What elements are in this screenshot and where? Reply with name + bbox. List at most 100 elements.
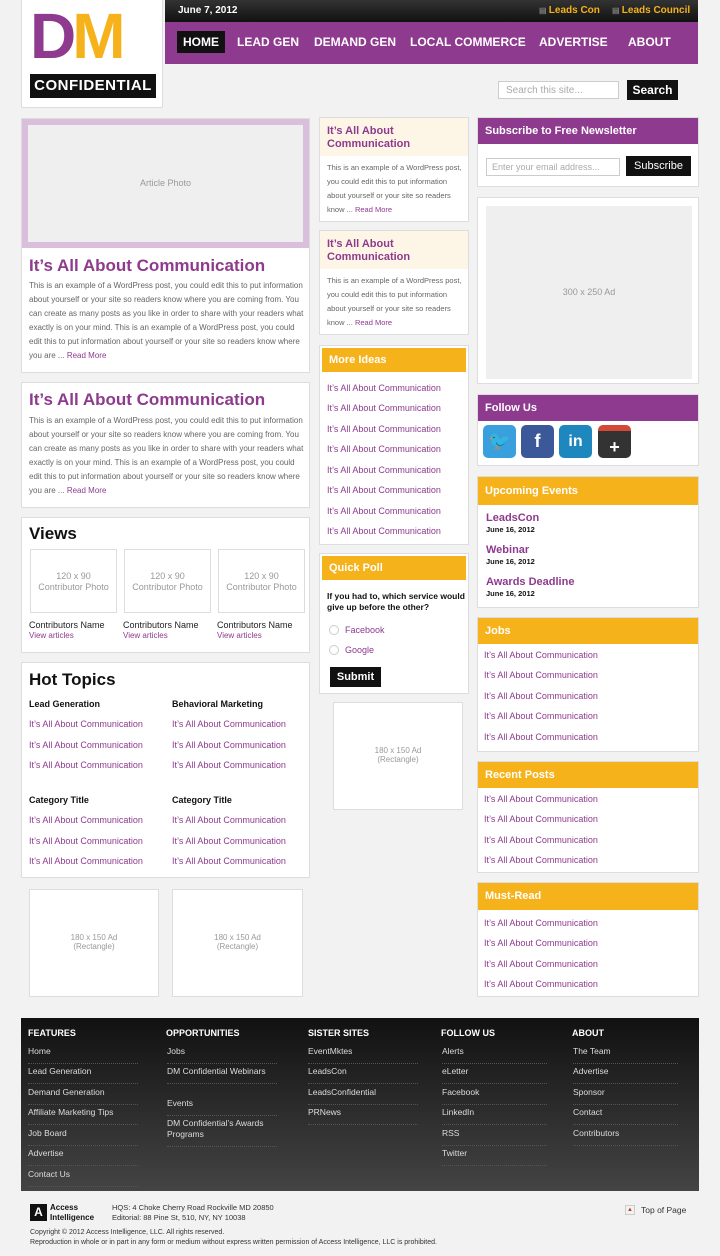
idea-link[interactable]: It’s All About Communication bbox=[327, 444, 441, 454]
event-name[interactable]: LeadsCon bbox=[486, 512, 539, 525]
nav-about[interactable]: ABOUT bbox=[622, 31, 677, 53]
recent-post-link[interactable]: It’s All About Communication bbox=[484, 794, 598, 804]
footer-link[interactable]: EventMktes bbox=[308, 1046, 418, 1064]
read-more-link[interactable]: Read More bbox=[355, 318, 392, 327]
read-more-link[interactable]: Read More bbox=[355, 205, 392, 214]
nav-home[interactable]: HOME bbox=[177, 31, 225, 53]
topic-link[interactable]: It’s All About Communication bbox=[29, 760, 143, 770]
ad-rectangle[interactable]: 180 x 150 Ad (Rectangle) bbox=[172, 889, 303, 997]
view-articles-link[interactable]: View articles bbox=[217, 631, 262, 640]
twitter-icon[interactable]: 🐦 bbox=[483, 425, 516, 458]
idea-link[interactable]: It’s All About Communication bbox=[327, 526, 441, 536]
footer-link[interactable]: DM Confidential Webinars bbox=[167, 1066, 277, 1084]
poll-option-label[interactable]: Facebook bbox=[345, 625, 385, 635]
footer-link[interactable]: Job Board bbox=[28, 1128, 138, 1146]
topic-link[interactable]: It’s All About Communication bbox=[172, 856, 286, 866]
job-link[interactable]: It’s All About Communication bbox=[484, 691, 598, 701]
footer-link[interactable]: Jobs bbox=[167, 1046, 277, 1064]
read-more-link[interactable]: Read More bbox=[67, 351, 107, 360]
poll-submit-button[interactable]: Submit bbox=[330, 667, 381, 687]
footer-link[interactable]: Events bbox=[167, 1098, 277, 1116]
footer-link[interactable]: DM Confidential’s Awards Programs bbox=[167, 1118, 277, 1147]
footer-link[interactable]: The Team bbox=[573, 1046, 678, 1064]
nav-advertise[interactable]: ADVERTISE bbox=[533, 31, 614, 53]
recent-post-link[interactable]: It’s All About Communication bbox=[484, 855, 598, 865]
facebook-icon[interactable]: f bbox=[521, 425, 554, 458]
topic-link[interactable]: It’s All About Communication bbox=[29, 856, 143, 866]
top-link-leads-council[interactable]: Leads Council bbox=[612, 5, 690, 16]
must-read-link[interactable]: It’s All About Communication bbox=[484, 938, 598, 948]
article-title[interactable]: It’s All About Communication bbox=[29, 390, 265, 410]
job-link[interactable]: It’s All About Communication bbox=[484, 670, 598, 680]
search-button[interactable]: Search bbox=[627, 80, 678, 100]
view-articles-link[interactable]: View articles bbox=[29, 631, 74, 640]
footer-link[interactable]: Twitter bbox=[442, 1148, 547, 1166]
nav-demand-gen[interactable]: DEMAND GEN bbox=[308, 31, 402, 53]
footer-link[interactable]: Advertise bbox=[573, 1066, 678, 1084]
ad-rectangle[interactable]: 180 x 150 Ad (Rectangle) bbox=[29, 889, 159, 997]
topic-link[interactable]: It’s All About Communication bbox=[29, 740, 143, 750]
footer-link[interactable]: Affiliate Marketing Tips bbox=[28, 1107, 138, 1125]
contributor-photo[interactable]: 120 x 90 Contributor Photo bbox=[218, 549, 305, 613]
idea-link[interactable]: It’s All About Communication bbox=[327, 485, 441, 495]
event-name[interactable]: Webinar bbox=[486, 544, 529, 557]
ad-placeholder[interactable]: 300 x 250 Ad bbox=[486, 206, 692, 379]
footer-link[interactable]: Contact Us bbox=[28, 1169, 138, 1187]
footer-link[interactable]: LeadsConfidential bbox=[308, 1087, 418, 1105]
topic-link[interactable]: It’s All About Communication bbox=[29, 719, 143, 729]
email-input[interactable]: Enter your email address... bbox=[486, 158, 620, 176]
radio-google[interactable] bbox=[329, 645, 339, 655]
footer-link[interactable]: Contributors bbox=[573, 1128, 678, 1146]
must-read-link[interactable]: It’s All About Communication bbox=[484, 918, 598, 928]
topic-link[interactable]: It’s All About Communication bbox=[29, 836, 143, 846]
idea-link[interactable]: It’s All About Communication bbox=[327, 506, 441, 516]
subscribe-button[interactable]: Subscribe bbox=[626, 156, 691, 176]
featured-title[interactable]: It’s All About Communication bbox=[29, 256, 265, 276]
job-link[interactable]: It’s All About Communication bbox=[484, 711, 598, 721]
footer-link[interactable]: Alerts bbox=[442, 1046, 547, 1064]
view-articles-link[interactable]: View articles bbox=[123, 631, 168, 640]
must-read-link[interactable]: It’s All About Communication bbox=[484, 959, 598, 969]
mid-card-title[interactable]: It’s All About Communication bbox=[327, 125, 463, 151]
search-input[interactable]: Search this site... bbox=[498, 81, 619, 99]
footer-link[interactable]: LinkedIn bbox=[442, 1107, 547, 1125]
footer-link[interactable]: PRNews bbox=[308, 1107, 418, 1125]
idea-link[interactable]: It’s All About Communication bbox=[327, 465, 441, 475]
footer-link[interactable]: Contact bbox=[573, 1107, 678, 1125]
job-link[interactable]: It’s All About Communication bbox=[484, 650, 598, 660]
contributor-photo[interactable]: 120 x 90 Contributor Photo bbox=[124, 549, 211, 613]
topic-link[interactable]: It’s All About Communication bbox=[172, 836, 286, 846]
ad-rectangle[interactable]: 180 x 150 Ad (Rectangle) bbox=[333, 702, 463, 810]
mid-card-title[interactable]: It’s All About Communication bbox=[327, 238, 463, 264]
recent-post-link[interactable]: It’s All About Communication bbox=[484, 814, 598, 824]
footer-link[interactable]: Sponsor bbox=[573, 1087, 678, 1105]
footer-link[interactable]: eLetter bbox=[442, 1066, 547, 1084]
nav-local-commerce[interactable]: LOCAL COMMERCE bbox=[404, 31, 532, 53]
poll-option-label[interactable]: Google bbox=[345, 645, 374, 655]
idea-link[interactable]: It’s All About Communication bbox=[327, 403, 441, 413]
event-name[interactable]: Awards Deadline bbox=[486, 576, 574, 589]
topic-link[interactable]: It’s All About Communication bbox=[172, 740, 286, 750]
footer-link[interactable]: RSS bbox=[442, 1128, 547, 1146]
idea-link[interactable]: It’s All About Communication bbox=[327, 424, 441, 434]
arrow-up-icon[interactable]: ▲ bbox=[625, 1205, 635, 1215]
footer-link[interactable]: Demand Generation bbox=[28, 1087, 138, 1105]
top-link-leadscon[interactable]: Leads Con bbox=[539, 5, 600, 16]
must-read-link[interactable]: It’s All About Communication bbox=[484, 979, 598, 989]
footer-link[interactable]: Lead Generation bbox=[28, 1066, 138, 1084]
article-photo[interactable]: Article Photo bbox=[28, 125, 303, 242]
contributor-photo[interactable]: 120 x 90 Contributor Photo bbox=[30, 549, 117, 613]
topic-link[interactable]: It’s All About Communication bbox=[172, 815, 286, 825]
footer-link[interactable]: LeadsCon bbox=[308, 1066, 418, 1084]
footer-link[interactable]: Home bbox=[28, 1046, 138, 1064]
job-link[interactable]: It’s All About Communication bbox=[484, 732, 598, 742]
read-more-link[interactable]: Read More bbox=[67, 486, 107, 495]
top-of-page-link[interactable]: Top of Page bbox=[641, 1205, 686, 1215]
site-logo[interactable]: DM CONFIDENTIAL bbox=[21, 0, 163, 108]
idea-link[interactable]: It’s All About Communication bbox=[327, 383, 441, 393]
topic-link[interactable]: It’s All About Communication bbox=[172, 760, 286, 770]
recent-post-link[interactable]: It’s All About Communication bbox=[484, 835, 598, 845]
topic-link[interactable]: It’s All About Communication bbox=[172, 719, 286, 729]
radio-facebook[interactable] bbox=[329, 625, 339, 635]
linkedin-icon[interactable]: in bbox=[559, 425, 592, 458]
